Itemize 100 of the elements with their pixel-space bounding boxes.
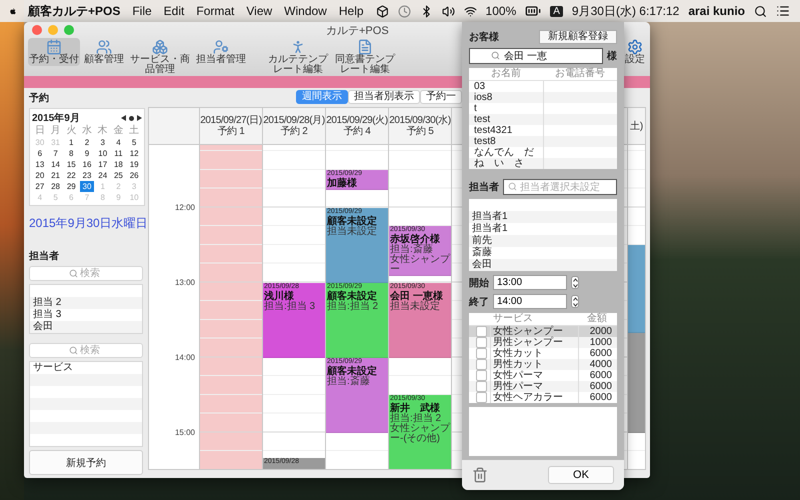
menu-item[interactable]: Edit <box>164 4 184 18</box>
list-item[interactable]: 担当者1 <box>469 223 617 235</box>
time-field[interactable]: 14:00 <box>493 294 567 309</box>
table-row[interactable]: 男性パーマ 6000 <box>469 381 617 392</box>
toolbar-button[interactable]: 担当者管理 <box>195 38 247 66</box>
app-menu[interactable]: 顧客カルテ+POS <box>28 2 120 20</box>
view-tab[interactable]: 予約一 <box>420 90 462 104</box>
calendar-day[interactable]: 14 <box>48 159 62 170</box>
box-icon[interactable] <box>376 4 389 18</box>
battery-percent: 100% <box>486 4 516 18</box>
table-cell[interactable]: なんでん だ <box>472 147 542 158</box>
list-icon[interactable] <box>776 4 790 18</box>
checkbox[interactable] <box>476 326 486 337</box>
menu-item[interactable]: Window <box>284 4 327 18</box>
list-item[interactable]: 会田 <box>30 321 142 333</box>
stepper-button[interactable] <box>571 295 579 308</box>
wifi-icon[interactable] <box>464 4 477 18</box>
checkbox[interactable] <box>476 337 486 348</box>
next-month-button[interactable] <box>137 115 142 121</box>
calendar-day[interactable]: 16 <box>80 159 94 170</box>
time-field[interactable]: 13:00 <box>493 275 567 290</box>
toolbar-button[interactable]: カルテテンプレート編集 <box>266 38 330 76</box>
calendar-day[interactable]: 23 <box>80 170 94 181</box>
calendar-day[interactable]: 4 <box>112 137 126 148</box>
list-item[interactable]: 前先 <box>469 235 617 247</box>
clock-icon[interactable] <box>398 4 411 18</box>
calendar-day[interactable]: 1 <box>64 137 78 148</box>
notes-field[interactable] <box>469 407 617 456</box>
staff-search-field[interactable]: 担当者選択未設定 <box>503 179 617 195</box>
menu-item[interactable]: Help <box>338 4 364 18</box>
calendar-day[interactable]: 2 <box>80 137 94 148</box>
calendar-day[interactable]: 22 <box>64 170 78 181</box>
toolbar-button[interactable]: サービス・商品管理 <box>128 38 192 76</box>
close-button[interactable] <box>32 25 42 35</box>
calendar-day[interactable]: 10 <box>96 148 110 159</box>
trash-icon[interactable] <box>472 467 488 483</box>
calendar-day[interactable]: 13 <box>33 159 47 170</box>
calendar-day[interactable]: 24 <box>96 170 110 181</box>
list-item[interactable]: 会田 <box>469 259 617 271</box>
checkbox[interactable] <box>476 359 486 370</box>
checkbox[interactable] <box>476 381 486 392</box>
search-icon[interactable] <box>754 4 767 18</box>
ok-button[interactable]: OK <box>548 466 614 484</box>
calendar-day[interactable]: 27 <box>33 181 47 192</box>
menu-item[interactable]: Format <box>196 4 234 18</box>
toolbar-button[interactable]: 同意書テンプレート編集 <box>333 38 397 76</box>
table-cell[interactable]: test4321 <box>472 125 542 136</box>
settings-button[interactable]: 設定 <box>624 38 646 66</box>
calendar-day[interactable]: 26 <box>127 170 141 181</box>
calendar-day[interactable]: 21 <box>48 170 62 181</box>
table-row[interactable]: 女性シャンプー 2000 <box>469 326 617 337</box>
calendar-day[interactable]: 17 <box>96 159 110 170</box>
table-row[interactable]: 男性シャンプー 1000 <box>469 337 617 348</box>
prev-month-button[interactable] <box>121 115 126 121</box>
calendar-day[interactable]: 7 <box>48 148 62 159</box>
list-item[interactable]: 担当 3 <box>30 309 142 321</box>
calendar-day[interactable]: 18 <box>112 159 126 170</box>
toolbar-button[interactable]: 顧客管理 <box>83 38 125 66</box>
list-item[interactable]: 担当 2 <box>30 297 142 309</box>
calendar-day[interactable]: 30 <box>80 181 94 192</box>
calendar-day[interactable]: 9 <box>80 148 94 159</box>
stepper-button[interactable] <box>571 276 579 289</box>
search-field[interactable]: 検索 <box>29 343 143 358</box>
table-row[interactable]: 男性カット 4000 <box>469 359 617 370</box>
speaker-icon[interactable] <box>442 4 455 18</box>
view-tab[interactable]: 担当者別表示 <box>348 90 420 104</box>
calendar-day[interactable]: 25 <box>112 170 126 181</box>
calendar-day[interactable]: 3 <box>96 137 110 148</box>
calendar-day[interactable]: 5 <box>127 137 141 148</box>
input-source[interactable]: A <box>550 6 563 16</box>
menu-item[interactable]: View <box>246 4 272 18</box>
table-cell[interactable]: t <box>472 103 542 114</box>
weekday-label: 土 <box>128 125 140 137</box>
table-cell[interactable]: 03 <box>472 81 542 92</box>
checkbox[interactable] <box>476 370 486 381</box>
calendar-day[interactable]: 15 <box>64 159 78 170</box>
new-customer-button[interactable]: 新規顧客登録 <box>539 30 617 44</box>
calendar-day[interactable]: 11 <box>112 148 126 159</box>
table-row[interactable]: 女性ヘアカラー 6000 <box>469 392 617 403</box>
new-reservation-button[interactable]: 新規予約 <box>29 450 143 475</box>
menu-item[interactable]: File <box>132 4 152 18</box>
calendar-day[interactable]: 12 <box>127 148 141 159</box>
list-item[interactable]: サービス <box>30 362 142 374</box>
toolbar-button[interactable]: 予約・受付 <box>28 38 80 66</box>
search-field[interactable]: 会田 一恵 <box>469 48 603 64</box>
calendar-day[interactable]: 19 <box>127 159 141 170</box>
today-button[interactable] <box>129 116 134 120</box>
search-field[interactable]: 検索 <box>29 266 143 281</box>
checkbox[interactable] <box>476 392 486 403</box>
list-item[interactable]: 担当者1 <box>469 211 617 223</box>
calendar-day[interactable]: 28 <box>48 181 62 192</box>
calendar-day[interactable]: 8 <box>64 148 78 159</box>
list-item[interactable]: 斎藤 <box>469 247 617 259</box>
checkbox[interactable] <box>476 348 486 359</box>
user-name[interactable]: arai kunio <box>688 4 745 18</box>
menu-clock[interactable]: 9月30日(水) 6:17:12 <box>572 2 680 20</box>
calendar-day[interactable]: 20 <box>33 170 47 181</box>
day-header-date: 2015/09/28(月) <box>263 115 325 126</box>
calendar-day[interactable]: 6 <box>33 148 47 159</box>
calendar-day[interactable]: 29 <box>64 181 78 192</box>
